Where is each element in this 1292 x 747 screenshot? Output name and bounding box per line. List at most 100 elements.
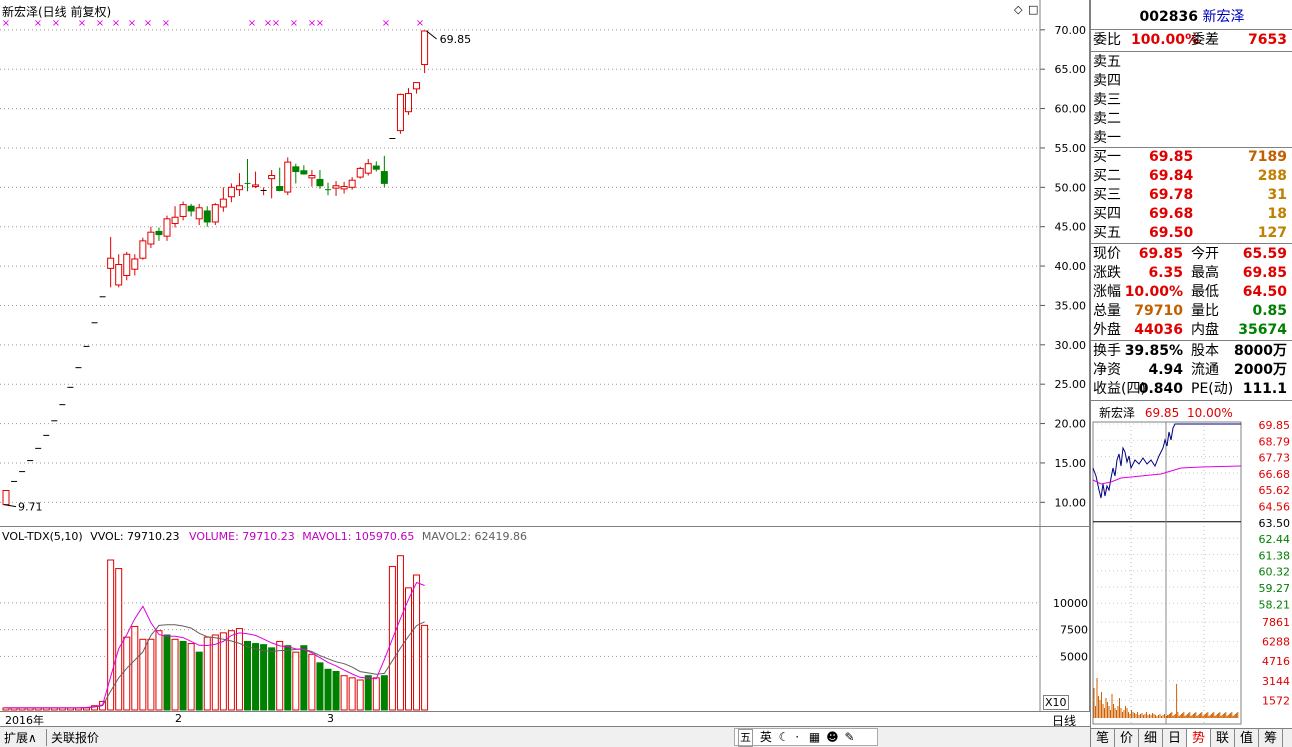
related-quote-tab[interactable]: 关联报价: [46, 729, 99, 746]
candle-body: [187, 205, 195, 212]
event-marker: ×: [96, 18, 104, 29]
vol-tick-label: 7500: [1060, 624, 1088, 637]
kline-chart: 10.00 15.00 20.00 25.00 30.00 35.00 40.00 45.00…: [0, 0, 1088, 712]
volume-bar: [123, 636, 131, 711]
candle-body: [340, 186, 348, 190]
intraday-tab[interactable]: 价: [1115, 729, 1139, 747]
buy-volume: 288: [1257, 168, 1287, 184]
intraday-price-tick: 67.73: [1259, 452, 1291, 465]
intraday-tab[interactable]: 值: [1235, 729, 1259, 747]
intraday-price-tick: 65.62: [1259, 484, 1291, 497]
price-tick-label: 65.00: [1055, 63, 1087, 76]
stat-value: 6.35: [1148, 265, 1183, 281]
candle-body: [308, 175, 316, 179]
event-marker: ×: [382, 18, 390, 29]
volume-bar: [348, 677, 356, 711]
volume-bar: [324, 668, 332, 711]
intraday-price-tick: 62.44: [1259, 533, 1291, 546]
intraday-price-tick: 69.85: [1259, 419, 1291, 432]
price-tick-label: 30.00: [1055, 339, 1087, 352]
volume-bar: [187, 643, 195, 711]
stat-value: 69.85: [1242, 265, 1287, 281]
ime-cn-button[interactable]: 五: [738, 729, 753, 747]
stat-value: 65.59: [1242, 246, 1287, 262]
stat-row: 涨幅 10.00% 最低 64.50: [1093, 283, 1289, 302]
buy-row[interactable]: 买五 69.50 127: [1093, 224, 1289, 243]
intraday-tab[interactable]: 联: [1211, 729, 1235, 747]
ime-toolbar[interactable]: 五 英 ☾ · ▦ ☻ ✎: [734, 728, 878, 747]
price-tick-label: 55.00: [1055, 142, 1087, 155]
sell-label: 卖五: [1093, 54, 1121, 70]
sell-row[interactable]: 卖四: [1093, 72, 1289, 91]
intraday-chart: 69.85 68.79 67.73 66.68 65.62 64.56 63.50 62.44…: [1092, 419, 1291, 725]
intraday-tab[interactable]: 筹: [1259, 729, 1283, 747]
sell-row[interactable]: 卖三: [1093, 91, 1289, 110]
stat-value: 111.1: [1242, 381, 1287, 397]
price-tick-label: 15.00: [1055, 457, 1087, 470]
price-tick-label: 60.00: [1055, 103, 1087, 116]
stat-label: 外盘: [1093, 322, 1121, 338]
buy-row[interactable]: 买二 69.84 288: [1093, 167, 1289, 186]
price-tick-label: 40.00: [1055, 260, 1087, 273]
sell-label: 卖四: [1093, 73, 1121, 89]
event-marker: ×: [290, 18, 298, 29]
volume-bar: [260, 644, 268, 711]
price-tick-label: 20.00: [1055, 418, 1087, 431]
sell-row[interactable]: 卖二: [1093, 110, 1289, 129]
candle-body: [203, 210, 211, 223]
intraday-price-tick: 66.68: [1259, 468, 1291, 481]
intraday-tab[interactable]: 笔: [1091, 729, 1115, 747]
dot-icon[interactable]: ·: [795, 730, 799, 744]
intraday-vol-tick: 3144: [1262, 675, 1290, 688]
ime-lang-button[interactable]: 英: [760, 730, 772, 744]
date-axis: 2016年 2 3 日线: [0, 712, 1090, 728]
candle-body: [227, 186, 235, 198]
volume-bar: [155, 630, 163, 711]
intraday-price-tick: 64.56: [1259, 501, 1291, 514]
candle-body: [396, 93, 404, 132]
user-icon[interactable]: ☻: [826, 730, 839, 744]
sell-row[interactable]: 卖一: [1093, 129, 1289, 148]
date-label-feb: 2: [175, 712, 182, 725]
buy-row[interactable]: 买四 69.68 18: [1093, 205, 1289, 224]
volume-bar: [244, 640, 251, 711]
expand-tab[interactable]: 扩展∧: [4, 729, 37, 746]
candle-body: [405, 93, 412, 113]
sell-row[interactable]: 卖五: [1093, 53, 1289, 72]
quote-panel: 002836 新宏泽 委比 100.00% 委差 7653 卖五 卖四 卖三 卖二 卖一…: [1090, 0, 1292, 747]
volume-bar: [396, 555, 404, 711]
stat-label: 今开: [1191, 246, 1219, 262]
stat-label: 现价: [1093, 246, 1121, 262]
buy-price: 69.68: [1149, 206, 1194, 222]
volume-bar: [340, 675, 348, 711]
stat-value: 39.85%: [1124, 343, 1183, 359]
wrench-icon[interactable]: ✎: [844, 730, 854, 744]
candle-body: [364, 163, 372, 174]
stat-value: 10.00%: [1124, 284, 1183, 300]
candle-body: [131, 258, 139, 270]
candle-body: [235, 185, 243, 191]
event-marker: ×: [272, 18, 280, 29]
volume-bar: [252, 643, 260, 711]
stat-label: 净资: [1093, 362, 1121, 378]
moon-icon[interactable]: ☾: [779, 730, 790, 744]
candle-body: [211, 204, 219, 223]
intraday-vol-tick: 7861: [1262, 616, 1290, 629]
price-tick-label: 45.00: [1055, 221, 1087, 234]
candle-body: [171, 216, 179, 225]
volume-bar: [163, 634, 171, 711]
buy-label: 买二: [1093, 168, 1121, 184]
candle-body: [268, 175, 276, 180]
intraday-tab[interactable]: 势: [1187, 729, 1211, 747]
volume-bar: [421, 624, 429, 711]
event-marker: ×: [144, 18, 152, 29]
intraday-tab[interactable]: 日: [1163, 729, 1187, 747]
buy-row[interactable]: 买三 69.78 31: [1093, 186, 1289, 205]
intraday-price-tick: 68.79: [1259, 435, 1291, 448]
intraday-tab[interactable]: 细: [1139, 729, 1163, 747]
stat-label: 总量: [1093, 303, 1121, 319]
buy-row[interactable]: 买一 69.85 7189: [1093, 148, 1289, 167]
keyboard-icon[interactable]: ▦: [809, 730, 820, 744]
vol-tick-label: 5000: [1060, 650, 1088, 663]
candle-body: [276, 186, 284, 191]
